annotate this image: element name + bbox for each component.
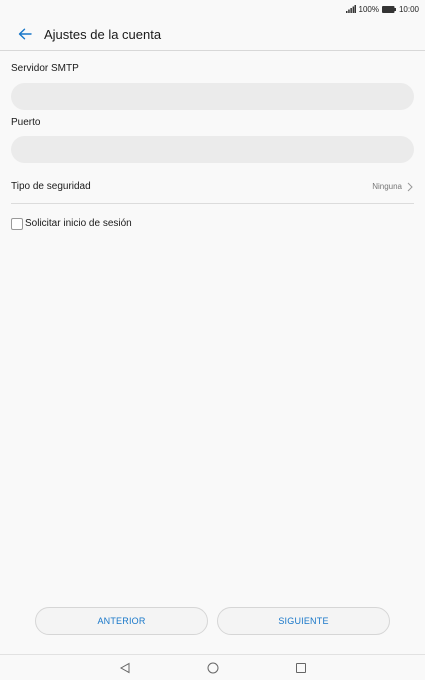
security-type-value-group: Ninguna xyxy=(372,182,414,192)
status-bar: 100% 10:00 xyxy=(0,0,425,18)
app-bar: Ajustes de la cuenta xyxy=(0,18,425,51)
back-button[interactable] xyxy=(5,18,45,50)
nav-home-icon xyxy=(207,662,218,674)
nav-recents-icon xyxy=(295,663,306,673)
arrow-left-icon xyxy=(18,28,32,40)
require-login-row[interactable]: Solicitar inicio de sesión xyxy=(11,215,132,232)
nav-back-button[interactable] xyxy=(110,656,140,680)
port-label: Puerto xyxy=(11,117,41,128)
battery-percentage: 100% xyxy=(358,4,379,14)
security-type-value: Ninguna xyxy=(372,182,402,191)
require-login-checkbox[interactable] xyxy=(11,217,23,230)
battery-icon xyxy=(381,5,396,13)
security-type-row[interactable]: Tipo de seguridad Ninguna xyxy=(11,170,414,204)
security-type-label: Tipo de seguridad xyxy=(11,181,91,192)
page-title: Ajustes de la cuenta xyxy=(44,26,162,42)
nav-back-icon xyxy=(119,662,129,674)
smtp-server-input[interactable] xyxy=(11,83,414,110)
signal-icon xyxy=(345,5,356,13)
navigation-bar xyxy=(0,654,425,680)
nav-home-button[interactable] xyxy=(198,656,228,680)
next-button[interactable]: SIGUIENTE xyxy=(217,607,390,635)
account-settings-screen: 100% 10:00 Ajustes de la cuenta Servidor… xyxy=(0,0,425,680)
status-time: 10:00 xyxy=(398,4,419,14)
port-input[interactable] xyxy=(11,136,414,163)
require-login-label: Solicitar inicio de sesión xyxy=(25,218,132,229)
nav-recents-button[interactable] xyxy=(286,656,316,680)
smtp-server-label: Servidor SMTP xyxy=(11,63,79,74)
chevron-right-icon xyxy=(407,182,413,191)
previous-button[interactable]: ANTERIOR xyxy=(35,607,208,635)
